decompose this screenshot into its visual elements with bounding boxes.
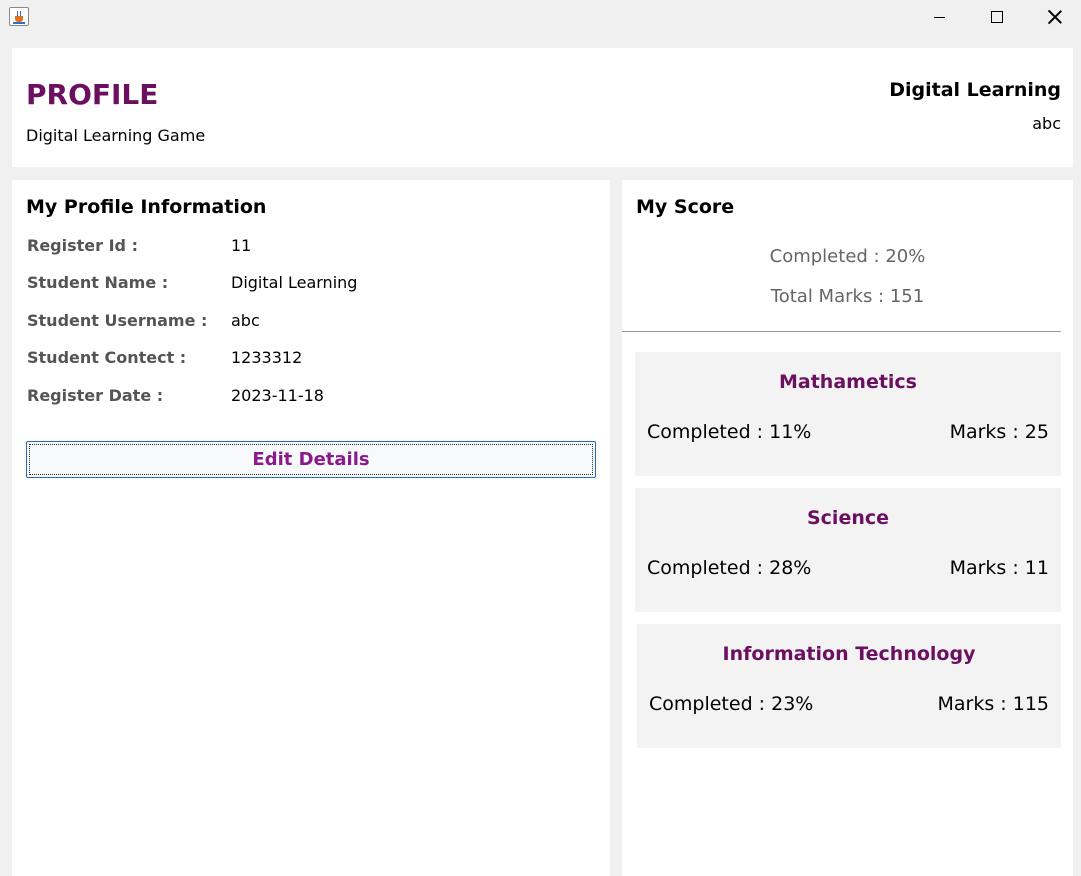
- score-heading: My Score: [636, 196, 735, 218]
- subject-marks: Marks : 115: [937, 693, 1050, 715]
- subject-card-information-technology: Information Technology Completed : 23% M…: [637, 624, 1061, 748]
- subject-title: Science: [806, 507, 890, 529]
- subject-marks: Marks : 11: [949, 557, 1049, 579]
- profile-info-panel: My Profile Information Register Id : 11 …: [12, 180, 610, 876]
- total-marks: Total Marks : 151: [770, 286, 925, 307]
- student-username-value: abc: [231, 311, 260, 330]
- subject-completed: Completed : 28%: [647, 557, 812, 579]
- subject-marks: Marks : 25: [949, 421, 1049, 443]
- subject-card-science: Science Completed : 28% Marks : 11: [635, 488, 1061, 612]
- minimize-icon: [933, 16, 945, 18]
- subject-title: Mathametics: [778, 371, 917, 393]
- java-cup-icon: [9, 7, 29, 26]
- page-subtitle: Digital Learning Game: [26, 126, 206, 145]
- maximize-icon: [991, 11, 1003, 23]
- window-titlebar: [0, 0, 1081, 36]
- score-panel: My Score Completed : 20% Total Marks : 1…: [622, 180, 1073, 876]
- student-contact-value: 1233312: [231, 348, 303, 367]
- maximize-button[interactable]: [974, 0, 1020, 34]
- overall-completed: Completed : 20%: [769, 246, 926, 267]
- subject-card-mathematics: Mathametics Completed : 11% Marks : 25: [635, 352, 1061, 476]
- close-button[interactable]: [1032, 0, 1078, 34]
- student-name-label: Student Name :: [27, 273, 169, 292]
- header-user-name: Digital Learning: [889, 79, 1061, 101]
- profile-info-heading: My Profile Information: [26, 196, 267, 218]
- edit-details-label: Edit Details: [252, 449, 370, 470]
- edit-details-button[interactable]: Edit Details: [26, 441, 596, 478]
- subject-title: Information Technology: [722, 643, 976, 665]
- page-title: PROFILE: [26, 78, 159, 111]
- register-id-label: Register Id :: [27, 236, 138, 255]
- student-name-value: Digital Learning: [231, 273, 358, 292]
- header-user-handle: abc: [1032, 114, 1061, 133]
- register-date-value: 2023-11-18: [231, 386, 324, 405]
- student-contact-label: Student Contect :: [27, 348, 187, 367]
- register-id-value: 11: [231, 236, 252, 255]
- register-date-label: Register Date :: [27, 386, 164, 405]
- subject-completed: Completed : 23%: [649, 693, 814, 715]
- profile-header: PROFILE Digital Learning Game Digital Le…: [12, 48, 1073, 167]
- score-divider: [622, 331, 1061, 332]
- student-username-label: Student Username :: [27, 311, 208, 330]
- close-icon: [1048, 10, 1062, 24]
- minimize-button[interactable]: [916, 0, 962, 34]
- subject-completed: Completed : 11%: [647, 421, 812, 443]
